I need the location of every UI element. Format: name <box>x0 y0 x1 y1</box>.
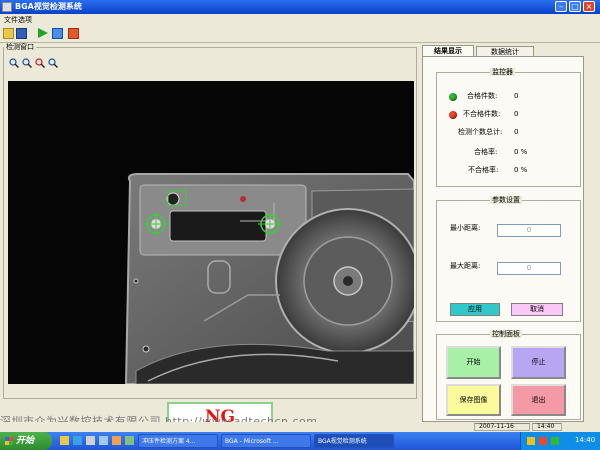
control-title: 控制面板 <box>490 330 522 338</box>
start-button[interactable]: 开始 <box>446 346 501 379</box>
fail-rate-label: 不合格率: <box>468 166 499 174</box>
max-distance-field[interactable]: 0 <box>497 262 561 275</box>
zoom-fit-icon[interactable] <box>35 58 46 69</box>
params-title: 参数设置 <box>490 196 522 204</box>
stop-icon[interactable] <box>68 28 79 39</box>
quicklaunch-ie-icon[interactable] <box>73 436 82 445</box>
exit-button[interactable]: 退出 <box>511 384 566 416</box>
quicklaunch-app3-icon[interactable] <box>112 436 121 445</box>
total-count-label: 检测个数总计: <box>458 128 503 136</box>
system-tray: 14:40 <box>520 432 600 450</box>
window-title: BGA视觉检测系统 <box>15 2 82 11</box>
cancel-button[interactable]: 取消 <box>511 303 563 316</box>
title-bar: BGA视觉检测系统 – □ × <box>0 0 600 14</box>
start-label: 开始 <box>16 436 35 446</box>
ng-count-label: 不合格件数: <box>463 110 501 118</box>
status-time: 14:40 <box>532 423 562 431</box>
tray-icon[interactable] <box>551 437 559 445</box>
minimize-button[interactable]: – <box>555 1 567 12</box>
ok-indicator <box>449 93 457 101</box>
ng-indicator <box>449 111 457 119</box>
pause-icon[interactable] <box>52 28 63 39</box>
pass-rate-label: 合格率: <box>474 148 498 156</box>
open-folder-icon[interactable] <box>3 28 14 39</box>
quicklaunch-folder-icon[interactable] <box>60 436 69 445</box>
toolbar <box>0 25 600 43</box>
pass-rate-value: 0 % <box>514 148 528 156</box>
total-count-value: 0 <box>514 128 519 136</box>
zoom-icon[interactable] <box>48 58 59 69</box>
taskbar-task[interactable]: 冲压件检测方案 4... <box>138 434 218 448</box>
app-icon <box>2 2 12 12</box>
zoom-out-icon[interactable] <box>22 58 33 69</box>
status-bar: 2007-11-16 14:40 <box>0 422 600 432</box>
taskbar-task[interactable]: BGA - Microsoft ... <box>221 434 311 448</box>
apply-button[interactable]: 应用 <box>450 303 500 316</box>
ok-count-label: 合格件数: <box>467 92 498 100</box>
quicklaunch-app-icon[interactable] <box>86 436 95 445</box>
ok-count-value: 0 <box>514 92 519 100</box>
windows-logo-icon <box>5 437 13 445</box>
inspection-image <box>8 81 414 384</box>
save-icon[interactable] <box>16 28 27 39</box>
status-date: 2007-11-16 <box>474 423 530 431</box>
monitor-title: 监控器 <box>490 68 515 76</box>
camera-view[interactable] <box>8 81 414 384</box>
maximize-button[interactable]: □ <box>569 1 581 12</box>
tray-icon[interactable] <box>539 437 547 445</box>
quicklaunch-app2-icon[interactable] <box>99 436 108 445</box>
taskbar: 开始 冲压件检测方案 4... BGA - Microsoft ... BGA视… <box>0 432 600 450</box>
min-distance-field[interactable]: 0 <box>497 224 561 237</box>
min-distance-label: 最小距离: <box>450 224 481 232</box>
tray-icon[interactable] <box>527 437 535 445</box>
zoom-in-icon[interactable] <box>9 58 20 69</box>
run-icon[interactable] <box>38 28 48 38</box>
menu-bar: 文件选项 <box>0 14 600 25</box>
close-button[interactable]: × <box>583 1 595 12</box>
start-button-taskbar[interactable]: 开始 <box>0 432 52 450</box>
detection-window-title: 检测窗口 <box>4 43 36 51</box>
taskbar-task-active[interactable]: BGA视觉检测系统 <box>314 434 394 448</box>
max-distance-label: 最大距离: <box>450 262 481 270</box>
ng-count-value: 0 <box>514 110 519 118</box>
stop-button[interactable]: 停止 <box>511 346 566 379</box>
quicklaunch-app4-icon[interactable] <box>125 436 134 445</box>
save-image-button[interactable]: 保存图像 <box>446 384 501 416</box>
fail-rate-value: 0 % <box>514 166 528 174</box>
menu-file-options[interactable]: 文件选项 <box>4 15 32 25</box>
taskbar-clock: 14:40 <box>575 436 596 444</box>
